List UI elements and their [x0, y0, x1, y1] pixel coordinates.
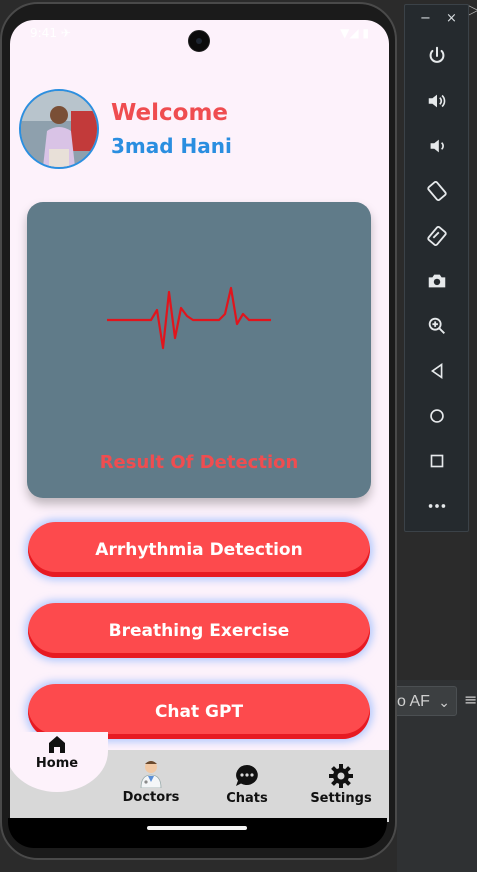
home-circle-icon[interactable] [423, 402, 451, 430]
nav-label-doctors: Doctors [122, 790, 180, 805]
arrhythmia-detection-button[interactable]: Arrhythmia Detection [28, 522, 370, 577]
front-camera [188, 30, 210, 52]
chevron-down-icon: ⌄ [438, 694, 450, 710]
rotate-left-icon[interactable] [423, 177, 451, 205]
minimize-button[interactable]: − [420, 11, 431, 26]
camera-icon[interactable] [423, 267, 451, 295]
app-screen: 9:41 ✈ ▼◢ ▮ Welcome 3mad Hani Result Of … [10, 20, 389, 822]
power-icon[interactable] [423, 42, 451, 70]
result-card: Result Of Detection [27, 202, 371, 498]
status-right: ▼◢ ▮ [340, 26, 369, 40]
run-icon[interactable]: ▷ [468, 2, 477, 18]
close-button[interactable]: × [446, 11, 457, 26]
ide-combo-text: o AF [397, 693, 430, 710]
breathing-exercise-button[interactable]: Breathing Exercise [28, 603, 370, 658]
overview-square-icon[interactable] [423, 447, 451, 475]
welcome-text: Welcome [111, 100, 229, 126]
chat-gpt-button[interactable]: Chat GPT [28, 684, 370, 739]
bottom-navigation: Home Doctors Chats Settings [10, 732, 389, 822]
nav-label-settings: Settings [310, 791, 372, 806]
back-icon[interactable] [423, 357, 451, 385]
ide-combo-box[interactable]: o AF ⌄ [390, 686, 457, 716]
rotate-right-icon[interactable] [423, 222, 451, 250]
menu-icon[interactable]: ≡ [464, 690, 477, 709]
zoom-icon[interactable] [423, 312, 451, 340]
gear-icon [329, 764, 353, 788]
volume-up-icon[interactable] [423, 87, 451, 115]
nav-item-home[interactable]: Home [30, 734, 84, 771]
status-left: 9:41 ✈ [30, 26, 71, 40]
more-icon[interactable] [423, 492, 451, 520]
heartbeat-icon [107, 286, 271, 350]
phone-chin [8, 818, 387, 848]
gesture-home-bar[interactable] [147, 826, 247, 830]
nav-item-settings[interactable]: Settings [308, 763, 374, 806]
phone-frame: 9:41 ✈ ▼◢ ▮ Welcome 3mad Hani Result Of … [0, 2, 397, 860]
emulator-toolbar: − × [404, 4, 469, 532]
nav-item-doctors[interactable]: Doctors [120, 758, 182, 805]
chat-bubble-icon [236, 765, 258, 786]
home-icon [49, 736, 65, 753]
user-name: 3mad Hani [111, 134, 232, 158]
avatar[interactable] [19, 89, 99, 169]
result-label: Result Of Detection [99, 452, 299, 473]
doctor-icon [140, 761, 162, 788]
nav-label-chats: Chats [226, 791, 268, 806]
nav-item-chats[interactable]: Chats [216, 763, 278, 806]
volume-down-icon[interactable] [423, 132, 451, 160]
nav-label-home: Home [35, 756, 79, 771]
